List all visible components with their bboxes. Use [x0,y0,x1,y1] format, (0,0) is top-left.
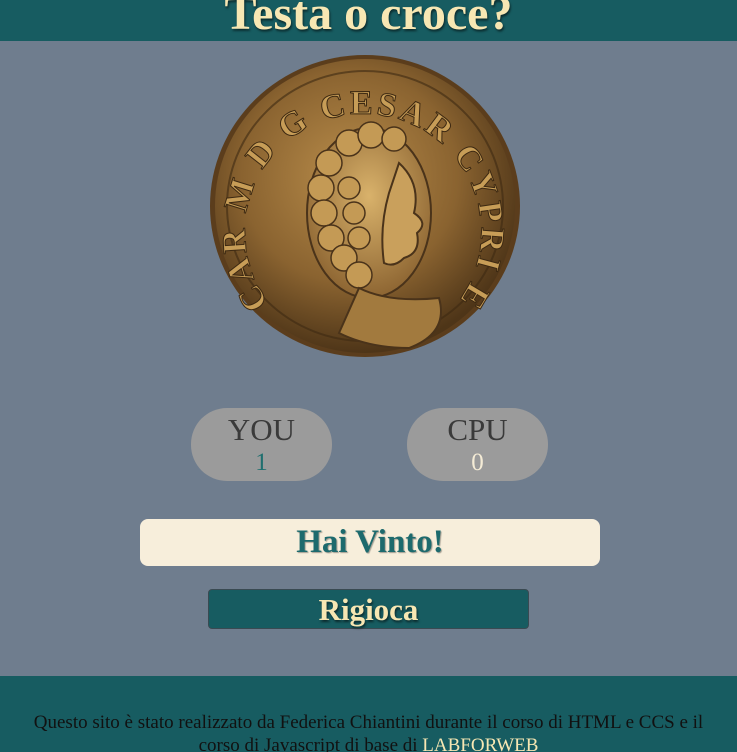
coin-image[interactable]: CAR M D G CESAR CYPRI ET HIE 17 [209,53,522,359]
replay-button[interactable]: Rigioca [208,589,529,629]
result-message: Hai Vinto! [140,519,600,566]
footer-credit: Questo sito è stato realizzato da Federi… [33,712,704,752]
page-footer: Questo sito è stato realizzato da Federi… [0,676,737,752]
score-you-label: YOU [227,412,296,447]
score-you: YOU 1 [191,408,332,481]
labforweb-link[interactable]: LABFORWEB [422,735,538,752]
score-you-value: 1 [255,449,268,476]
page-header: Testa o croce? [0,0,737,41]
coin-graphic: CAR M D G CESAR CYPRI ET HIE 17 [209,53,520,357]
page-title: Testa o croce? [224,0,513,40]
score-cpu-value: 0 [471,449,484,476]
footer-text: Questo sito è stato realizzato da Federi… [20,711,717,752]
score-cpu: CPU 0 [407,408,548,481]
score-cpu-label: CPU [447,412,508,447]
